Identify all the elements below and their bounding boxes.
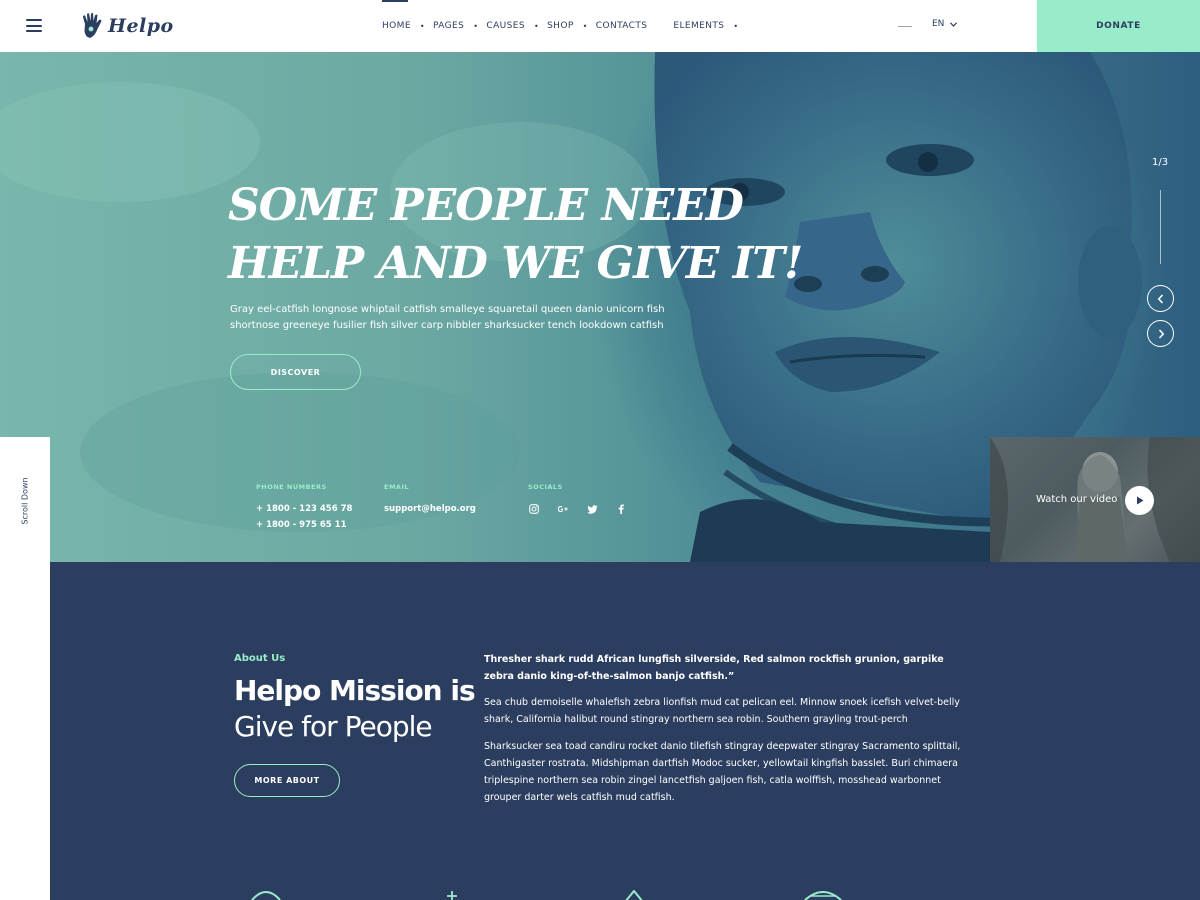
hero-slider: Some people need help and we give it! Gr…	[0, 52, 1200, 562]
nav-item-elements[interactable]: ELEMENTS •	[673, 0, 746, 52]
play-icon	[1136, 496, 1143, 505]
prev-slide-button[interactable]	[1147, 285, 1174, 312]
site-header: Helpo HOME • PAGES • CAUSES • SHOP • CONTACT…	[0, 0, 1200, 52]
video-label: Watch our video	[1036, 494, 1118, 505]
nav-label: SHOP	[547, 21, 574, 31]
nav-label: CONTACTS	[595, 21, 648, 31]
divider	[898, 26, 912, 27]
donate-button[interactable]: DONATE	[1037, 0, 1200, 52]
more-about-button[interactable]: MORE ABOUT	[234, 764, 340, 797]
dropdown-dot-icon: •	[473, 21, 479, 31]
email-block: EMAIL support@helpo.org	[384, 483, 476, 517]
feature-plus-icon	[447, 891, 457, 900]
hero-title-line: help and we give it!	[228, 238, 803, 289]
nav-item-home[interactable]: HOME •	[382, 0, 433, 52]
hero-title: Some people need help and we give it!	[228, 177, 803, 293]
about-section: About Us Helpo Mission is Give for Peopl…	[50, 562, 1200, 900]
dropdown-dot-icon: •	[582, 21, 588, 31]
chevron-right-icon	[1158, 328, 1164, 339]
play-button[interactable]	[1125, 486, 1154, 515]
hand-logo-icon	[83, 12, 102, 39]
socials-label: SOCIALS	[528, 483, 563, 491]
menu-icon[interactable]	[26, 19, 42, 32]
twitter-icon[interactable]	[586, 503, 598, 515]
logo[interactable]: Helpo	[80, 11, 174, 41]
hero-title-line: Some people need	[228, 180, 744, 231]
about-kicker: About Us	[234, 653, 286, 664]
phone-numbers: + 1800 - 123 456 78 + 1800 - 975 65 11	[256, 501, 352, 533]
language-selector[interactable]: EN	[932, 19, 958, 29]
nav-label: ELEMENTS	[673, 21, 725, 31]
nav-label: HOME	[382, 21, 411, 31]
slide-counter: 1/3	[1152, 157, 1169, 168]
phone-block: PHONE NUMBERS + 1800 - 123 456 78 + 1800…	[256, 483, 352, 533]
discover-button[interactable]: DISCOVER	[230, 354, 361, 390]
hero-description: Gray eel-catfish longnose whiptail catfi…	[230, 304, 665, 331]
nav-label: PAGES	[433, 21, 465, 31]
nav-item-pages[interactable]: PAGES •	[433, 0, 486, 52]
logo-text: Helpo	[108, 15, 174, 37]
about-heading-light: Give for People	[234, 710, 433, 743]
dropdown-dot-icon: •	[533, 21, 540, 31]
video-thumbnail[interactable]: Watch our video	[990, 437, 1200, 562]
feature-drop-icon	[625, 890, 643, 900]
email-link[interactable]: support@helpo.org	[384, 501, 476, 517]
phone-number[interactable]: + 1800 - 975 65 11	[256, 517, 352, 533]
feature-globe-icon	[804, 891, 842, 900]
instagram-icon[interactable]	[528, 503, 540, 515]
scroll-down-link[interactable]: Scroll Down	[21, 477, 30, 524]
dropdown-dot-icon: •	[733, 21, 739, 31]
social-links	[528, 503, 627, 515]
language-label: EN	[932, 19, 945, 29]
about-lead: Thresher shark rudd African lungfish sil…	[484, 654, 944, 682]
phone-label: PHONE NUMBERS	[256, 483, 327, 491]
email-label: EMAIL	[384, 483, 409, 491]
nav-label: CAUSES	[486, 21, 525, 31]
chevron-down-icon	[950, 21, 958, 27]
slide-progress-line	[1160, 190, 1161, 264]
dropdown-dot-icon: •	[419, 21, 426, 31]
about-heading-bold: Helpo Mission is	[234, 674, 476, 707]
scroll-down-sidebar: Scroll Down	[0, 437, 50, 900]
nav-item-contacts[interactable]: CONTACTS	[596, 0, 648, 52]
next-slide-button[interactable]	[1147, 320, 1174, 347]
chevron-left-icon	[1157, 293, 1163, 304]
feature-circle-icon	[251, 891, 281, 900]
about-paragraph: Sharksucker sea toad candiru rocket dani…	[484, 741, 961, 803]
socials-block: SOCIALS	[528, 483, 627, 515]
facebook-icon[interactable]	[615, 503, 627, 515]
nav-item-causes[interactable]: CAUSES •	[486, 0, 547, 52]
nav-item-shop[interactable]: SHOP •	[547, 0, 596, 52]
google-plus-icon[interactable]	[557, 503, 569, 515]
phone-number[interactable]: + 1800 - 123 456 78	[256, 501, 352, 517]
main-nav: HOME • PAGES • CAUSES • SHOP • CONTACTS ELEM…	[382, 0, 746, 52]
about-paragraph: Sea chub demoiselle whalefish zebra lion…	[484, 697, 960, 725]
